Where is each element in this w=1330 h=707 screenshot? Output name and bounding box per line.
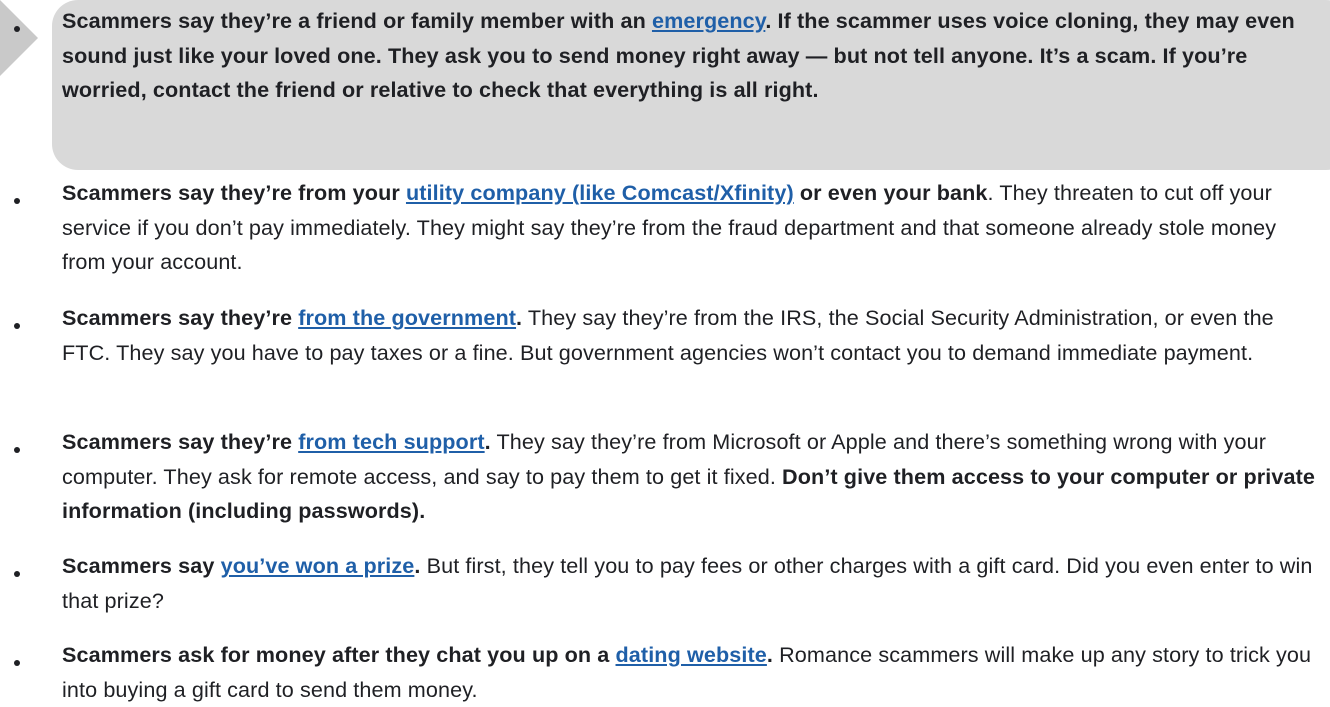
list-item-text: Scammers say they’re from your utility c…: [62, 176, 1324, 280]
list-item-text: Scammers say they’re from tech support. …: [62, 425, 1324, 529]
bullet-icon: [14, 660, 20, 666]
bullet-icon: [14, 447, 20, 453]
list-item-text: Scammers say they’re a friend or family …: [62, 4, 1324, 108]
item-intro: Scammers say they’re: [62, 305, 299, 330]
government-link[interactable]: from the government: [298, 305, 516, 330]
prize-link[interactable]: you’ve won a prize: [221, 553, 415, 578]
item-intro: Scammers say they’re a friend or family …: [62, 8, 652, 33]
item-intro: Scammers say they’re: [62, 429, 299, 454]
highlight-pointer-arrow: [0, 0, 38, 76]
bullet-icon: [14, 323, 20, 329]
bullet-icon: [14, 26, 20, 32]
bullet-icon: [14, 571, 20, 577]
bullet-icon: [14, 198, 20, 204]
tech-support-link[interactable]: from tech support: [298, 429, 484, 454]
item-intro: Scammers say: [62, 553, 221, 578]
item-intro: Scammers ask for money after they chat y…: [62, 642, 616, 667]
item-bold-after-link: or even your bank: [793, 180, 988, 205]
dating-website-link[interactable]: dating website: [616, 642, 767, 667]
list-item-text: Scammers say you’ve won a prize. But fir…: [62, 549, 1324, 618]
list-item-text: Scammers ask for money after they chat y…: [62, 638, 1324, 707]
emergency-link[interactable]: emergency: [652, 8, 765, 33]
item-intro: Scammers say they’re from your: [62, 180, 406, 205]
list-item-text: Scammers say they’re from the government…: [62, 301, 1324, 370]
utility-company-link[interactable]: utility company (like Comcast/Xfinity): [406, 180, 794, 205]
